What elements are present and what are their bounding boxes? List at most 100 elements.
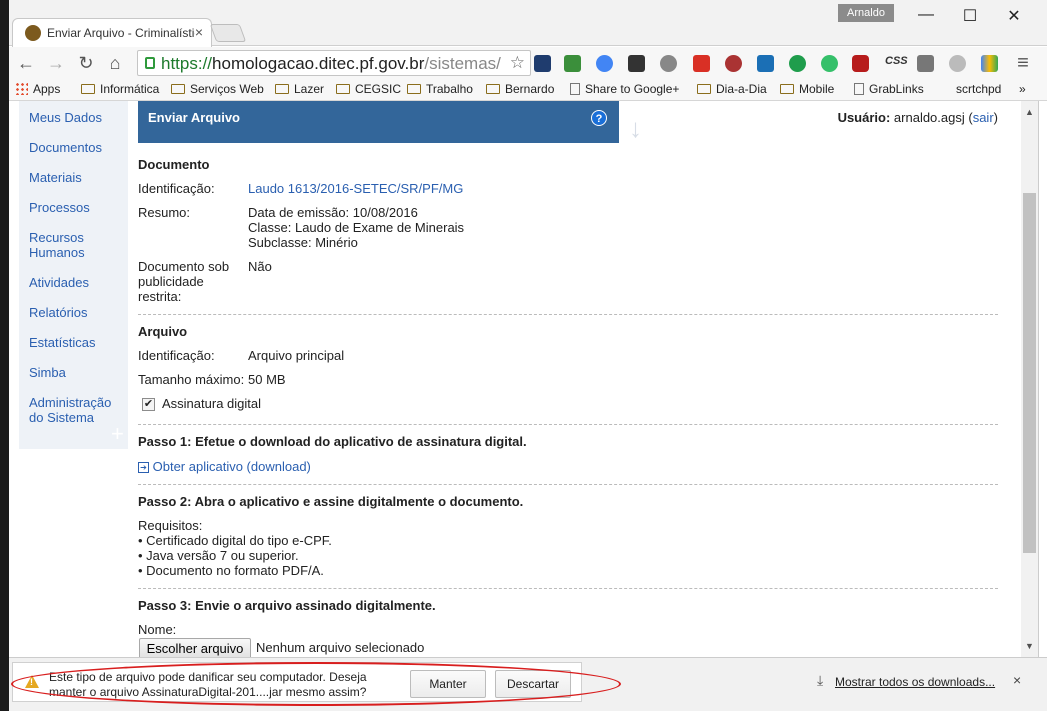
chrome-menu-icon[interactable]: ≡	[1012, 52, 1034, 74]
page-icon	[854, 83, 864, 95]
site-favicon-icon	[25, 25, 41, 41]
back-button[interactable]: ←	[15, 52, 37, 74]
close-download-bar-icon[interactable]: ×	[1013, 672, 1021, 688]
sidebar-item-relatorios[interactable]: Relatórios	[29, 305, 124, 320]
no-file-text: Nenhum arquivo selecionado	[256, 640, 425, 655]
divider	[138, 424, 998, 425]
address-bar[interactable]: https://homologacao.ditec.pf.gov.br/sist…	[137, 50, 531, 76]
minimize-button[interactable]: —	[916, 6, 936, 24]
bookmark-folder[interactable]: Informática	[81, 82, 159, 96]
url-text: https://homologacao.ditec.pf.gov.br/sist…	[161, 54, 501, 73]
sidebar-nav: Meus Dados Documentos Materiais Processo…	[19, 101, 128, 449]
extension-icon[interactable]	[917, 55, 934, 72]
choose-file-button[interactable]: Escolher arquivo	[139, 638, 251, 657]
extension-icon[interactable]	[821, 55, 838, 72]
arquivo-id-label: Identificação:	[138, 348, 215, 363]
bookmarks-overflow-button[interactable]: »	[1019, 82, 1026, 96]
bookmark-page[interactable]: Share to Google+	[570, 82, 679, 96]
page-title: Enviar Arquivo	[148, 110, 240, 125]
user-name: arnaldo.agsj	[893, 110, 965, 125]
css-extension-icon[interactable]: CSS	[885, 55, 908, 67]
folder-icon	[336, 84, 350, 94]
resumo-line: Subclasse: Minério	[248, 235, 358, 250]
bookmark-folder[interactable]: Lazer	[275, 82, 324, 96]
scroll-down-icon[interactable]: ▼	[1025, 641, 1034, 651]
requisito-item: • Documento no formato PDF/A.	[138, 563, 324, 578]
passo3-heading: Passo 3: Envie o arquivo assinado digita…	[138, 598, 436, 613]
gmail-icon[interactable]	[693, 55, 710, 72]
bookmark-folder[interactable]: Trabalho	[407, 82, 473, 96]
tamanho-value: 50 MB	[248, 372, 286, 387]
extension-icon[interactable]	[725, 55, 742, 72]
extension-icon[interactable]	[981, 55, 998, 72]
new-tab-button[interactable]	[209, 24, 247, 42]
extension-icon[interactable]	[628, 55, 645, 72]
restricted-value: Não	[248, 259, 272, 274]
browser-tab[interactable]: Enviar Arquivo - Criminalística ×	[12, 18, 212, 47]
download-app-link[interactable]: ➔ Obter aplicativo (download)	[138, 459, 311, 474]
assinatura-checkbox[interactable]: ✔	[142, 398, 155, 411]
sidebar-item-atividades[interactable]: Atividades	[29, 275, 124, 290]
sidebar-item-meus-dados[interactable]: Meus Dados	[29, 110, 124, 125]
extension-icon[interactable]	[534, 55, 551, 72]
bookmark-scrtchpd[interactable]: scrtchpd	[956, 82, 1001, 96]
bookmark-page[interactable]: GrabLinks	[854, 82, 924, 96]
arrow-down-icon: ↓	[629, 113, 642, 143]
folder-icon	[407, 84, 421, 94]
tamanho-label: Tamanho máximo:	[138, 372, 245, 387]
panel-header: Enviar Arquivo ?	[138, 101, 619, 143]
folder-icon	[171, 84, 185, 94]
arquivo-heading: Arquivo	[138, 324, 188, 339]
search-icon[interactable]	[949, 55, 966, 72]
home-button[interactable]: ⌂	[104, 52, 126, 74]
download-bar: Este tipo de arquivo pode danificar seu …	[9, 657, 1047, 711]
bookmark-folder[interactable]: CEGSIC	[336, 82, 401, 96]
scrollbar-thumb[interactable]	[1023, 193, 1036, 553]
ublock-icon[interactable]	[852, 55, 869, 72]
nome-label: Nome:	[138, 622, 177, 637]
bookmark-star-icon[interactable]: ☆	[510, 53, 525, 73]
requisito-item: • Java versão 7 ou superior.	[138, 548, 299, 563]
logout-link[interactable]: sair	[973, 110, 994, 125]
extension-icon[interactable]	[596, 55, 613, 72]
extension-icon[interactable]	[660, 55, 677, 72]
assinatura-label: Assinatura digital	[162, 396, 261, 411]
page-scrollbar[interactable]: ▲ ▼	[1021, 101, 1038, 657]
passo2-heading: Passo 2: Abra o aplicativo e assine digi…	[138, 494, 524, 509]
help-icon[interactable]: ?	[591, 110, 607, 126]
bookmark-folder[interactable]: Serviços Web	[171, 82, 264, 96]
window-close-button[interactable]: ✕	[1004, 6, 1024, 25]
bookmark-folder[interactable]: Dia-a-Dia	[697, 82, 767, 96]
restricted-label: restrita:	[138, 289, 182, 304]
bookmarks-bar: Apps Informática Serviços Web Lazer CEGS…	[9, 79, 1047, 101]
extension-icon[interactable]	[789, 55, 806, 72]
sidebar-item-processos[interactable]: Processos	[29, 200, 124, 215]
bookmark-folder[interactable]: Mobile	[780, 82, 834, 96]
sidebar-item-administracao[interactable]: Administração do Sistema	[29, 395, 124, 425]
resumo-line: Classe: Laudo de Exame de Minerais	[248, 220, 465, 235]
bookmark-apps[interactable]: Apps	[15, 82, 60, 96]
doc-id-link[interactable]: Laudo 1613/2016-SETEC/SR/PF/MG	[248, 181, 463, 196]
tab-title: Enviar Arquivo - Criminalística	[47, 26, 195, 40]
sidebar-expand-icon[interactable]: +	[111, 421, 124, 447]
sidebar-item-recursos-humanos[interactable]: Recursos Humanos	[29, 230, 124, 260]
bookmark-folder[interactable]: Bernardo	[486, 82, 554, 96]
maximize-button[interactable]: ☐	[960, 6, 980, 25]
page-content: Meus Dados Documentos Materiais Processo…	[9, 101, 1021, 657]
divider	[138, 588, 998, 589]
tab-close-icon[interactable]: ×	[195, 24, 203, 40]
sidebar-item-estatisticas[interactable]: Estatísticas	[29, 335, 124, 350]
resumo-label: Resumo:	[138, 205, 191, 220]
sidebar-item-simba[interactable]: Simba	[29, 365, 124, 380]
show-all-downloads-link[interactable]: Mostrar todos os downloads...	[835, 675, 995, 689]
background-window-strip	[1038, 101, 1047, 711]
extension-icon[interactable]	[757, 55, 774, 72]
forward-button[interactable]: →	[45, 52, 67, 74]
scroll-up-icon[interactable]: ▲	[1025, 107, 1034, 117]
extension-icon[interactable]	[564, 55, 581, 72]
browser-toolbar: ← → ↻ ⌂ https://homologacao.ditec.pf.gov…	[9, 47, 1047, 79]
sidebar-item-documentos[interactable]: Documentos	[29, 140, 124, 155]
profile-badge[interactable]: Arnaldo	[838, 4, 894, 22]
sidebar-item-materiais[interactable]: Materiais	[29, 170, 124, 185]
reload-button[interactable]: ↻	[75, 52, 97, 74]
